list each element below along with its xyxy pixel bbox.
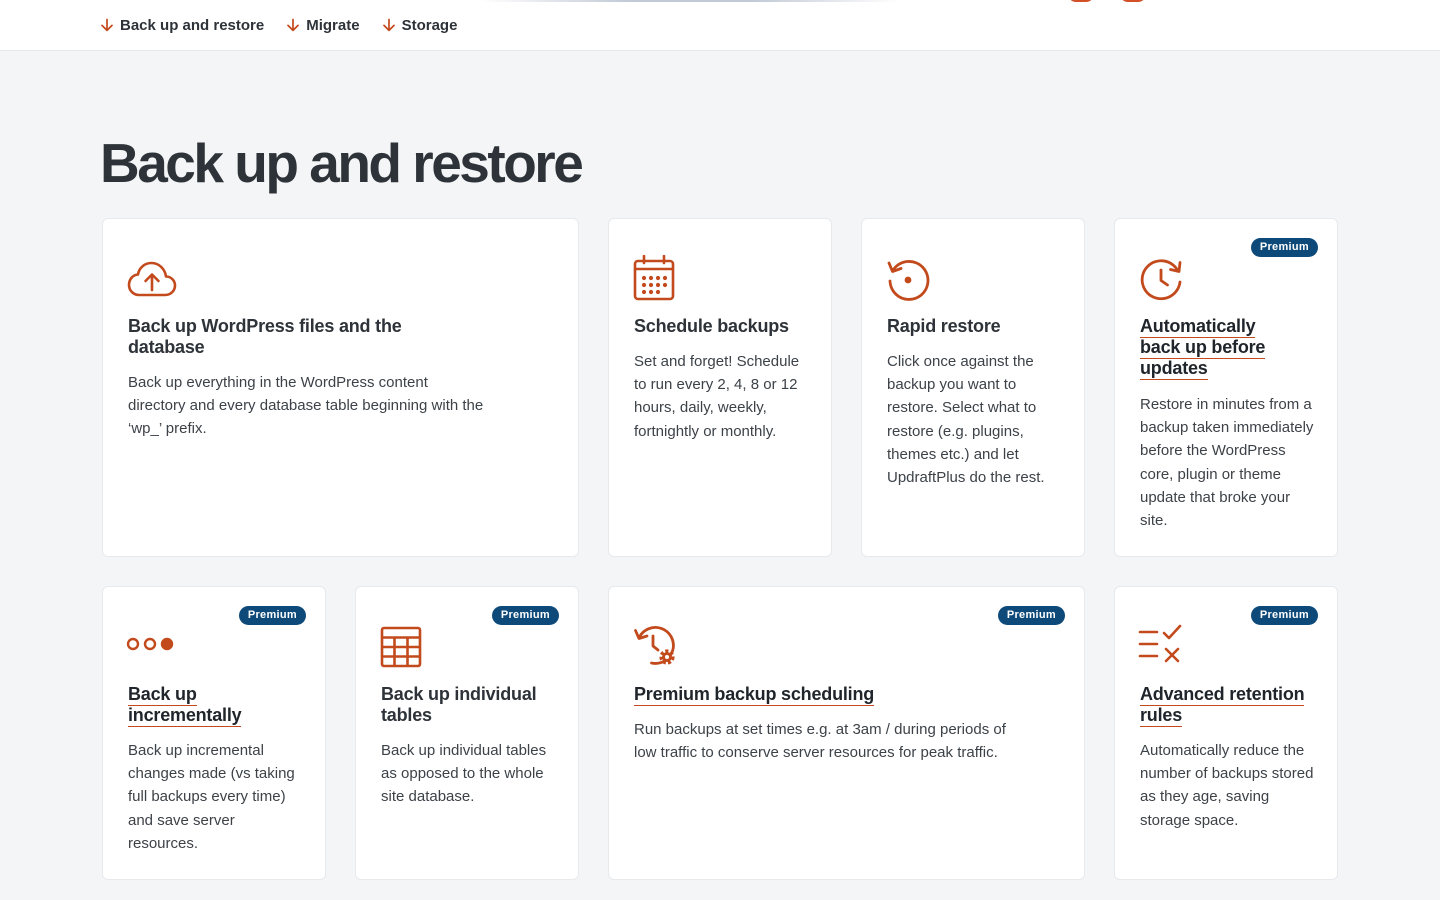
card-description: Back up everything in the WordPress cont…	[128, 374, 484, 438]
card-title-link[interactable]: Automatically back up before updates	[1140, 316, 1265, 380]
card-description: Automatically reduce the number of backu…	[1140, 742, 1314, 829]
retention-rules-icon	[1137, 623, 1191, 671]
card-description: Restore in minutes from a backup taken i…	[1140, 396, 1314, 530]
feature-card-premium-scheduling: Premium Premium backup scheduling Run ba…	[608, 586, 1085, 880]
card-description: Set and forget! Schedule to run every 2,…	[634, 353, 800, 440]
card-description: Back up incremental changes made (vs tak…	[128, 742, 295, 852]
card-title[interactable]: Back up incrementally	[128, 684, 298, 727]
feature-card-rapid-restore: Rapid restore Click once against the bac…	[861, 218, 1085, 557]
section-subnav: Back up and restore Migrate Storage	[0, 0, 1440, 51]
section-title: Back up and restore	[100, 132, 584, 194]
decorative-arc	[1120, 0, 1146, 2]
card-description: Run backups at set times e.g. at 3am / d…	[634, 721, 1006, 762]
subnav-link-label: Back up and restore	[120, 16, 265, 34]
clock-gear-icon	[631, 623, 685, 671]
card-description: Click once against the backup you want t…	[887, 353, 1045, 487]
card-title-link[interactable]: Advanced retention rules	[1140, 684, 1305, 727]
arrow-down-icon	[100, 18, 114, 32]
subnav-link-storage[interactable]: Storage	[382, 14, 458, 36]
feature-card-schedule-backups: Schedule backups Set and forget! Schedul…	[608, 218, 832, 557]
card-title: Back up individual tables	[381, 684, 537, 725]
card-title: Rapid restore	[887, 316, 1001, 336]
arrow-down-icon	[286, 18, 300, 32]
card-title[interactable]: Premium backup scheduling	[634, 684, 1034, 706]
premium-badge: Premium	[997, 606, 1065, 625]
subnav-link-back-up-and-restore[interactable]: Back up and restore	[100, 14, 264, 36]
cloud-upload-icon	[125, 255, 179, 303]
feature-card-retention-rules: Premium Advanced retention rules Automat…	[1114, 586, 1338, 880]
feature-card-backup-files: Back up WordPress files and the database…	[102, 218, 579, 557]
restore-icon	[884, 255, 938, 303]
card-title[interactable]: Automatically back up before updates	[1140, 316, 1300, 380]
dots-progress-icon	[125, 623, 179, 671]
arrow-down-icon	[382, 18, 396, 32]
subnav-link-migrate[interactable]: Migrate	[286, 14, 360, 36]
card-title: Schedule backups	[634, 316, 789, 336]
premium-badge: Premium	[1250, 606, 1318, 625]
card-description: Back up individual tables as opposed to …	[381, 742, 547, 806]
clock-refresh-icon	[1137, 255, 1191, 303]
calendar-icon	[631, 255, 685, 303]
table-icon	[378, 623, 432, 671]
premium-badge: Premium	[1250, 238, 1318, 257]
feature-card-auto-backup-before-updates: Premium Automatically back up before upd…	[1114, 218, 1338, 557]
card-title-link[interactable]: Back up incrementally	[128, 684, 242, 727]
premium-badge: Premium	[491, 606, 559, 625]
decorative-arc	[1068, 0, 1094, 2]
subnav-link-label: Migrate	[306, 16, 360, 34]
card-title[interactable]: Advanced retention rules	[1140, 684, 1310, 727]
feature-card-incremental: Premium Back up incrementally Back up in…	[102, 586, 326, 880]
card-title: Back up WordPress files and the database	[128, 316, 402, 357]
feature-card-individual-tables: Premium Back up individual tables Back u…	[355, 586, 579, 880]
decorative-divider	[480, 0, 900, 2]
premium-badge: Premium	[238, 606, 306, 625]
subnav-links: Back up and restore Migrate Storage	[100, 14, 457, 36]
subnav-link-label: Storage	[401, 16, 458, 34]
card-title-link[interactable]: Premium backup scheduling	[634, 684, 874, 706]
